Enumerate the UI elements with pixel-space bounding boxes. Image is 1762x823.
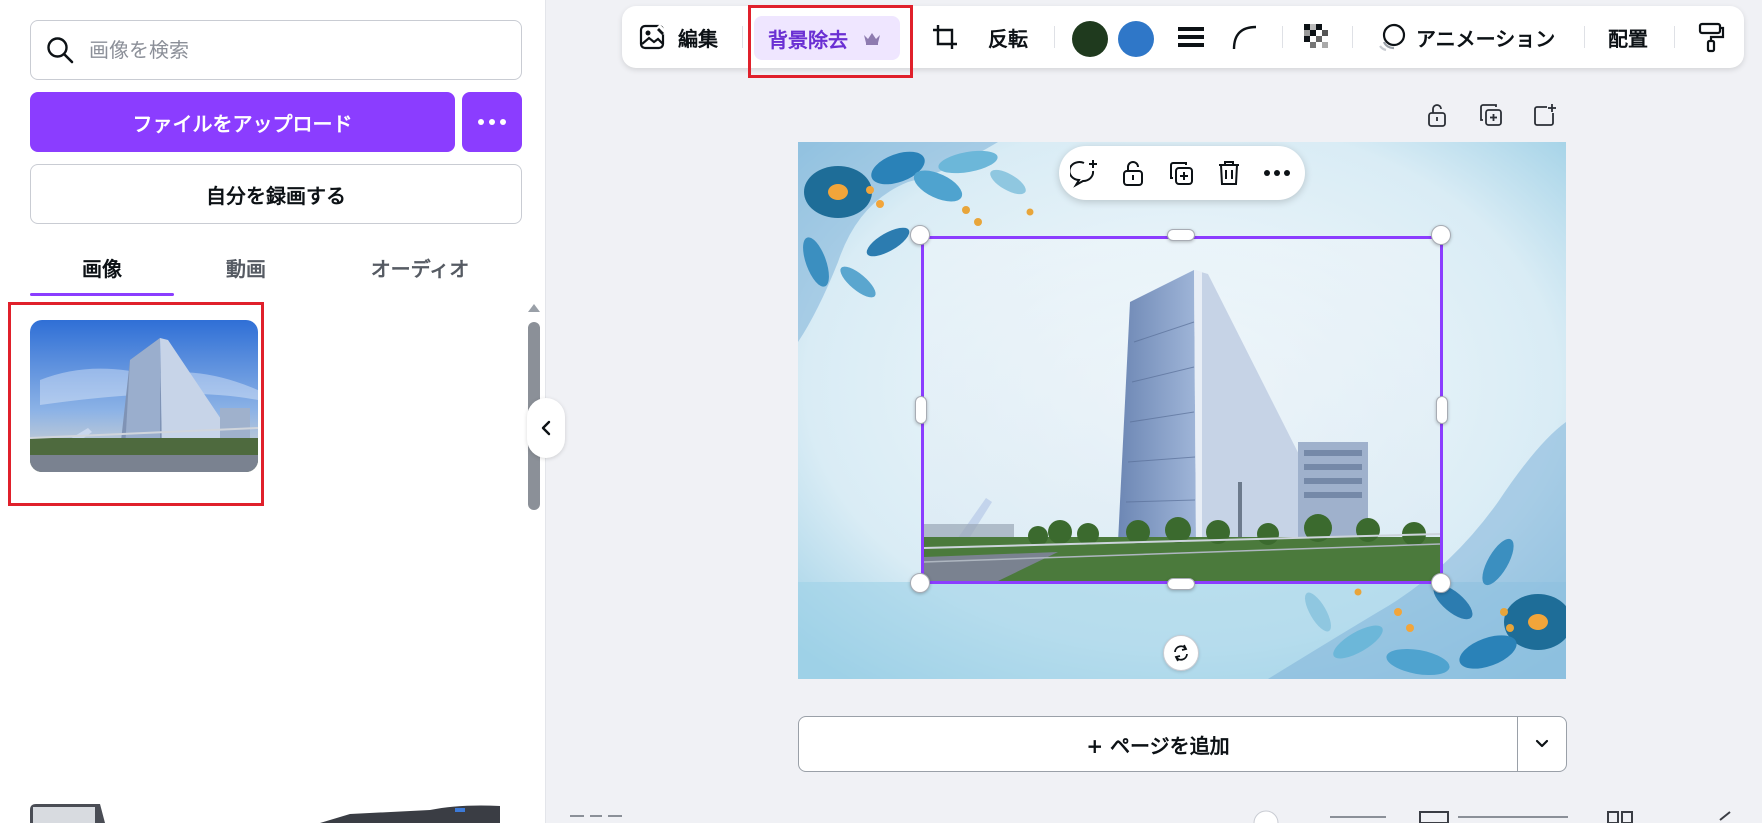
- transparency-icon: [1304, 24, 1328, 48]
- bottom-status-bar: [560, 806, 1762, 823]
- element-more-button[interactable]: [1261, 157, 1293, 189]
- lock-page-button[interactable]: [1420, 98, 1454, 132]
- image-edit-icon: [639, 24, 667, 50]
- animation-label: アニメーション: [1416, 26, 1556, 51]
- flip-button[interactable]: 反転: [988, 6, 1028, 68]
- copy-style-button[interactable]: [1696, 6, 1726, 68]
- resize-handle-top[interactable]: [1167, 229, 1195, 241]
- paint-roller-icon: [1698, 22, 1725, 53]
- toolbar-divider: [1054, 26, 1055, 48]
- lock-icon: [1428, 104, 1446, 127]
- more-options-button[interactable]: [462, 92, 522, 152]
- tab-images[interactable]: 画像: [30, 238, 174, 296]
- collapse-panel-button[interactable]: [527, 398, 565, 458]
- crop-button[interactable]: [930, 6, 960, 68]
- chevron-down-icon: [1535, 739, 1549, 748]
- background-remover-highlight-box: [748, 5, 913, 78]
- duplicate-page-button[interactable]: [1474, 98, 1508, 132]
- resize-handle-top-left[interactable]: [910, 225, 930, 245]
- resize-handle-bottom[interactable]: [1167, 578, 1195, 590]
- add-page-icon: [1534, 104, 1556, 126]
- add-page-button[interactable]: + ページを追加: [798, 716, 1518, 772]
- uploaded-image-thumbnail[interactable]: [30, 320, 258, 472]
- rotate-icon: [1174, 644, 1188, 662]
- animate-button[interactable]: アニメーション: [1376, 6, 1555, 68]
- toolbar-divider: [1674, 26, 1675, 48]
- tab-videos[interactable]: 動画: [176, 238, 316, 296]
- left-panel: ファイルをアップロード 自分を録画する 画像 動画 オーディオ: [0, 0, 546, 823]
- add-comment-button[interactable]: [1069, 157, 1101, 189]
- lock-icon: [1123, 161, 1143, 186]
- animation-icon: [1379, 23, 1406, 52]
- resize-handle-bottom-right[interactable]: [1431, 573, 1451, 593]
- upload-file-button[interactable]: ファイルをアップロード: [30, 92, 455, 152]
- more-dots-icon: [1264, 170, 1290, 176]
- scroll-up-arrow-icon[interactable]: [528, 304, 540, 312]
- add-page-icon-button[interactable]: [1528, 98, 1562, 132]
- more-dots-icon: [478, 119, 506, 125]
- edit-image-button[interactable]: 編集: [638, 6, 718, 68]
- delete-element-button[interactable]: [1213, 157, 1245, 189]
- position-button[interactable]: 配置: [1608, 6, 1648, 68]
- record-yourself-button[interactable]: 自分を録画する: [30, 164, 522, 224]
- toolbar-divider: [1584, 26, 1585, 48]
- tab-audio[interactable]: オーディオ: [330, 238, 510, 296]
- search-icon: [47, 37, 74, 64]
- chevron-left-icon: [541, 420, 551, 436]
- trash-icon: [1219, 161, 1239, 185]
- building-photo: [30, 320, 258, 472]
- rotate-handle[interactable]: [1163, 635, 1199, 671]
- resize-handle-top-right[interactable]: [1431, 225, 1451, 245]
- selected-element-frame[interactable]: [921, 236, 1443, 584]
- add-comment-icon: [1070, 160, 1097, 188]
- more-thumbnails-row: [30, 804, 500, 823]
- lock-element-button[interactable]: [1117, 157, 1149, 189]
- corner-rounding-icon: [1232, 25, 1257, 50]
- resize-handle-right[interactable]: [1436, 396, 1448, 424]
- border-style-button[interactable]: [1176, 6, 1206, 68]
- color-swatch-dark-green[interactable]: [1072, 21, 1108, 57]
- media-tabs: 画像 動画 オーディオ: [30, 238, 522, 296]
- corner-rounding-button[interactable]: [1230, 6, 1258, 68]
- duplicate-element-button[interactable]: [1165, 157, 1197, 189]
- search-box[interactable]: [30, 20, 522, 80]
- duplicate-icon: [1480, 104, 1502, 126]
- search-input[interactable]: [89, 38, 489, 62]
- resize-handle-bottom-left[interactable]: [910, 573, 930, 593]
- toolbar-divider: [1282, 26, 1283, 48]
- toolbar-divider: [1352, 26, 1353, 48]
- duplicate-icon: [1170, 162, 1193, 185]
- add-page-dropdown-button[interactable]: [1517, 716, 1567, 772]
- transparency-button[interactable]: [1302, 6, 1332, 68]
- edit-label: 編集: [678, 26, 718, 51]
- toolbar-divider: [742, 26, 743, 48]
- line-weight-icon: [1178, 27, 1204, 47]
- color-swatch-blue[interactable]: [1118, 21, 1154, 57]
- element-context-toolbar: [1059, 146, 1305, 200]
- crop-icon: [933, 25, 957, 49]
- resize-handle-left[interactable]: [915, 396, 927, 424]
